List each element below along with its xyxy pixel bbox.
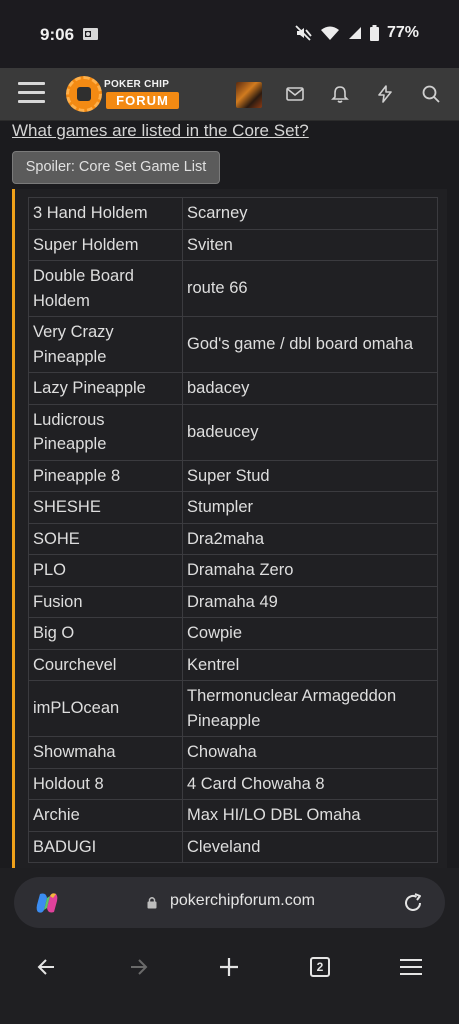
table-row: Big O Cowpie	[28, 617, 438, 650]
table-row: Holdout 84 Card Chowaha 8	[28, 767, 438, 800]
game-cell-left: Double Board Holdem	[28, 260, 183, 317]
mute-icon	[295, 25, 312, 41]
status-bar: 9:06 77%	[0, 0, 459, 68]
game-cell-left: Courchevel	[28, 648, 183, 681]
bell-icon[interactable]	[330, 84, 350, 104]
signal-icon	[348, 27, 361, 39]
game-cell-left: PLO	[28, 554, 183, 587]
table-row: Super Holdem Sviten	[28, 228, 438, 261]
nav-row: 2	[0, 952, 459, 982]
forum-header: POKER CHIP FORUM	[0, 68, 459, 121]
game-cell-right: Scarney	[182, 197, 438, 230]
game-cell-left: Showmaha	[28, 736, 183, 769]
game-cell-right: Sviten	[182, 228, 438, 261]
menu-icon[interactable]	[18, 82, 45, 104]
url-text[interactable]: pokerchipforum.com	[170, 892, 315, 910]
table-row: Showmaha Chowaha	[28, 736, 438, 769]
outlook-mail-icon	[83, 28, 98, 40]
game-cell-left: imPLOcean	[28, 680, 183, 737]
game-cell-left: Archie	[28, 799, 183, 832]
table-row: Double Board Holdem route 66	[28, 260, 438, 317]
game-cell-left: Holdout 8	[28, 767, 183, 800]
game-cell-right: Chowaha	[182, 736, 438, 769]
game-cell-right: badacey	[182, 372, 438, 405]
forward-icon[interactable]	[123, 952, 153, 982]
lightning-icon[interactable]	[375, 84, 395, 104]
table-row: Archie Max HI/LO DBL Omaha	[28, 799, 438, 832]
post-content: What games are listed in the Core Set? S…	[0, 121, 459, 868]
table-row: PLO Dramaha Zero	[28, 554, 438, 587]
spoiler-body: 3 Hand Holdem Scarney Super Holdem Sviten Do…	[12, 189, 447, 868]
table-row: imPLOcean Thermonuclear Armageddon Pineap…	[28, 680, 438, 737]
game-cell-right: route 66	[182, 260, 438, 317]
game-table: 3 Hand Holdem Scarney Super Holdem Sviten Do…	[28, 197, 438, 863]
game-cell-right: Dramaha 49	[182, 585, 438, 618]
game-cell-left: Super Holdem	[28, 228, 183, 261]
battery-percent: 77%	[386, 24, 419, 41]
browser-menu-icon[interactable]	[396, 952, 426, 982]
game-cell-right: Stumpler	[182, 491, 438, 524]
status-time: 9:06	[40, 25, 75, 44]
game-cell-left: Lazy Pineapple	[28, 372, 183, 405]
tab-count: 2	[310, 957, 330, 977]
table-row: Lazy Pineapple badacey	[28, 372, 438, 405]
browser-toolbar: pokerchipforum.com 2	[0, 868, 459, 1024]
game-cell-right: Dramaha Zero	[182, 554, 438, 587]
game-cell-right: 4 Card Chowaha 8	[182, 767, 438, 800]
game-cell-right: God's game / dbl board omaha	[182, 316, 438, 373]
game-cell-right: Super Stud	[182, 459, 438, 492]
poker-chip-icon	[66, 76, 102, 112]
table-row: Fusion Dramaha 49	[28, 585, 438, 618]
game-cell-left: Big O	[28, 617, 183, 650]
game-cell-left: Very Crazy Pineapple	[28, 316, 183, 373]
game-cell-right: Cowpie	[182, 617, 438, 650]
status-icons: 77%	[294, 24, 419, 42]
table-row: Ludicrous Pineapple badeucey	[28, 403, 438, 461]
table-row: Courchevel Kentrel	[28, 648, 438, 681]
back-icon[interactable]	[32, 952, 62, 982]
game-cell-left: Fusion	[28, 585, 183, 618]
game-cell-left: Ludicrous Pineapple	[28, 403, 183, 461]
new-tab-icon[interactable]	[214, 952, 244, 982]
table-row: SHESHE Stumpler	[28, 491, 438, 524]
avatar[interactable]	[236, 82, 262, 108]
battery-icon	[369, 25, 379, 41]
game-cell-right: Thermonuclear Armageddon Pineapple	[182, 680, 438, 737]
copilot-icon[interactable]	[34, 890, 60, 916]
game-cell-left: Pineapple 8	[28, 459, 183, 492]
game-cell-right: Dra2maha	[182, 522, 438, 555]
logo-text-bottom: FORUM	[106, 92, 179, 109]
table-row: SOHE Dra2maha	[28, 522, 438, 555]
table-row: 3 Hand Holdem Scarney	[28, 197, 438, 230]
table-row: Pineapple 8 Super Stud	[28, 459, 438, 492]
game-cell-left: 3 Hand Holdem	[28, 197, 183, 230]
game-cell-right: Kentrel	[182, 648, 438, 681]
game-cell-left: BADUGI	[28, 830, 183, 863]
mail-icon[interactable]	[285, 84, 305, 104]
game-cell-right: badeucey	[182, 403, 438, 461]
tabs-icon[interactable]: 2	[305, 952, 335, 982]
game-cell-left: SHESHE	[28, 491, 183, 524]
table-row: Very Crazy Pineapple God's game / dbl boa…	[28, 316, 438, 373]
forum-logo[interactable]: POKER CHIP FORUM	[66, 76, 179, 112]
table-row: BADUGI Cleveland	[28, 830, 438, 863]
game-cell-left: SOHE	[28, 522, 183, 555]
faq-link[interactable]: What games are listed in the Core Set?	[12, 121, 309, 141]
address-bar[interactable]: pokerchipforum.com	[14, 877, 445, 928]
search-icon[interactable]	[421, 84, 441, 104]
lock-icon	[147, 897, 157, 909]
game-cell-right: Max HI/LO DBL Omaha	[182, 799, 438, 832]
reload-icon[interactable]	[401, 891, 425, 915]
logo-text-top: POKER CHIP	[104, 79, 170, 90]
game-cell-right: Cleveland	[182, 830, 438, 863]
spoiler-button[interactable]: Spoiler: Core Set Game List	[12, 151, 220, 184]
wifi-icon	[320, 26, 339, 40]
